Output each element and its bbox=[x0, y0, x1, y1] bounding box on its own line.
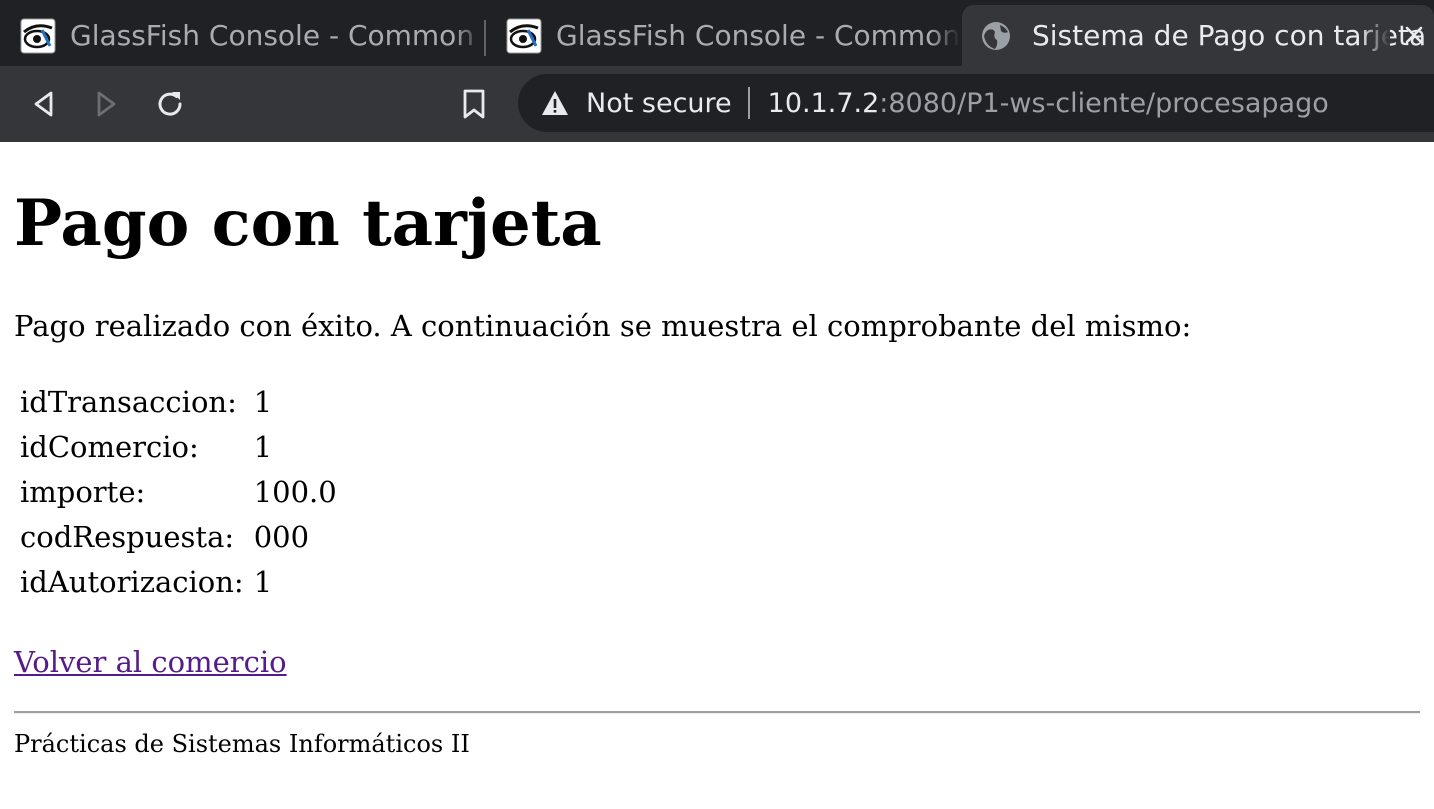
back-arrow-icon bbox=[34, 91, 53, 117]
globe-icon bbox=[982, 21, 1010, 50]
back-button[interactable] bbox=[26, 86, 62, 122]
forward-button[interactable] bbox=[88, 86, 124, 122]
close-tab-icon[interactable] bbox=[1398, 19, 1430, 51]
receipt-value: 1 bbox=[253, 565, 273, 599]
receipt-value: 1 bbox=[253, 430, 273, 464]
page-content: Pago con tarjeta Pago realizado con éxit… bbox=[0, 142, 1434, 758]
warning-icon[interactable] bbox=[540, 88, 570, 118]
receipt-key: idAutorizacion: bbox=[20, 565, 244, 599]
footer-divider bbox=[14, 711, 1420, 714]
glassfish-icon bbox=[20, 18, 56, 53]
table-row: codRespuesta: 000 bbox=[20, 517, 337, 558]
back-to-shop-link[interactable]: Volver al comercio bbox=[14, 645, 287, 679]
glassfish-icon bbox=[506, 18, 542, 53]
tab-glassfish-2[interactable]: GlassFish Console - Common Tasks bbox=[486, 5, 960, 66]
reload-icon bbox=[158, 92, 182, 116]
forward-arrow-icon bbox=[97, 91, 116, 117]
receipt-key: idComercio: bbox=[20, 430, 199, 464]
receipt-value: 000 bbox=[253, 520, 310, 554]
tab-strip: GlassFish Console - Common Tasks GlassFi… bbox=[0, 0, 1434, 66]
bookmark-icon bbox=[463, 89, 485, 119]
bookmark-button[interactable] bbox=[456, 86, 492, 122]
tab-title: GlassFish Console - Common Tasks bbox=[70, 19, 484, 52]
tab-title: GlassFish Console - Common Tasks bbox=[556, 19, 960, 52]
receipt-value: 100.0 bbox=[253, 475, 337, 509]
table-row: idComercio: 1 bbox=[20, 427, 337, 468]
security-label[interactable]: Not secure bbox=[586, 88, 732, 119]
table-row: idTransaccion: 1 bbox=[20, 382, 337, 423]
receipt-key: codRespuesta: bbox=[20, 520, 235, 554]
receipt-key: importe: bbox=[20, 475, 146, 509]
receipt-key: idTransaccion: bbox=[20, 385, 237, 419]
table-row: idAutorizacion: 1 bbox=[20, 562, 337, 603]
success-message: Pago realizado con éxito. A continuación… bbox=[14, 309, 1192, 343]
page-title: Pago con tarjeta bbox=[14, 186, 602, 261]
reload-button[interactable] bbox=[152, 86, 188, 122]
receipt-table: idTransaccion: 1 idComercio: 1 importe: … bbox=[14, 378, 343, 607]
tab-active[interactable]: Sistema de Pago con tarjeta bbox=[962, 5, 1434, 66]
url-host: 10.1.7.2 bbox=[767, 87, 880, 119]
receipt-value: 1 bbox=[253, 385, 273, 419]
url-path: :8080/P1-ws-cliente/procesapago bbox=[879, 87, 1329, 119]
table-row: importe: 100.0 bbox=[20, 472, 337, 513]
omnibox-divider bbox=[747, 87, 750, 119]
tab-glassfish-1[interactable]: GlassFish Console - Common Tasks bbox=[0, 5, 484, 66]
browser-toolbar: Not secure 10.1.7.2:8080/P1-ws-cliente/p… bbox=[0, 66, 1434, 142]
address-bar[interactable]: Not secure 10.1.7.2:8080/P1-ws-cliente/p… bbox=[518, 74, 1434, 132]
footer-text: Prácticas de Sistemas Informáticos II bbox=[14, 730, 470, 758]
